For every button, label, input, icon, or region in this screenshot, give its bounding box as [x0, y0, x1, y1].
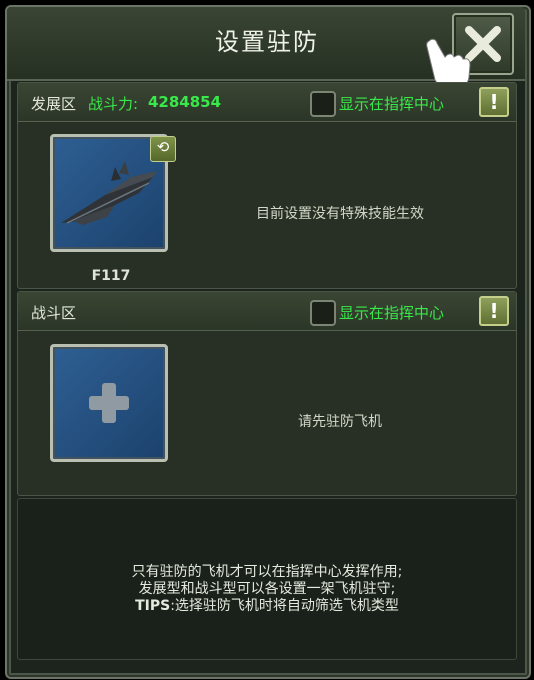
- show-in-command-center-label: 显示在指挥中心: [339, 304, 445, 322]
- zone-label: 发展区: [31, 95, 77, 113]
- garrison-prompt-text: 请先驻防飞机: [298, 414, 382, 430]
- f117-plane-image: [61, 161, 157, 225]
- swap-icon: ⟲: [156, 138, 170, 156]
- show-in-command-center-label: 显示在指挥中心: [339, 95, 445, 113]
- show-in-command-center-checkbox[interactable]: [310, 91, 336, 117]
- combat-power-value: 4284854: [148, 93, 222, 111]
- plus-icon: [89, 383, 129, 423]
- plane-name: F117: [91, 268, 131, 284]
- tips-text: :选择驻防飞机时将自动筛选飞机类型: [170, 598, 399, 614]
- exclamation-icon: !: [489, 90, 499, 114]
- tip-line-3: TIPS:选择驻防飞机时将自动筛选飞机类型: [0, 595, 534, 615]
- tips-label: TIPS: [135, 598, 171, 614]
- show-in-command-center-checkbox[interactable]: [310, 300, 336, 326]
- development-zone-header: 发展区 战斗力: 4284854 显示在指挥中心 !: [18, 83, 516, 122]
- zone-label: 战斗区: [31, 304, 77, 322]
- skill-status-text: 目前设置没有特殊技能生效: [256, 206, 424, 222]
- combat-power-label: 战斗力:: [88, 95, 139, 113]
- info-button[interactable]: !: [479, 296, 509, 326]
- combat-zone-header: 战斗区 显示在指挥中心 !: [18, 292, 516, 331]
- info-button[interactable]: !: [479, 87, 509, 117]
- swap-plane-button[interactable]: ⟲: [150, 136, 176, 162]
- empty-plane-slot[interactable]: [50, 344, 168, 462]
- exclamation-icon: !: [489, 299, 499, 323]
